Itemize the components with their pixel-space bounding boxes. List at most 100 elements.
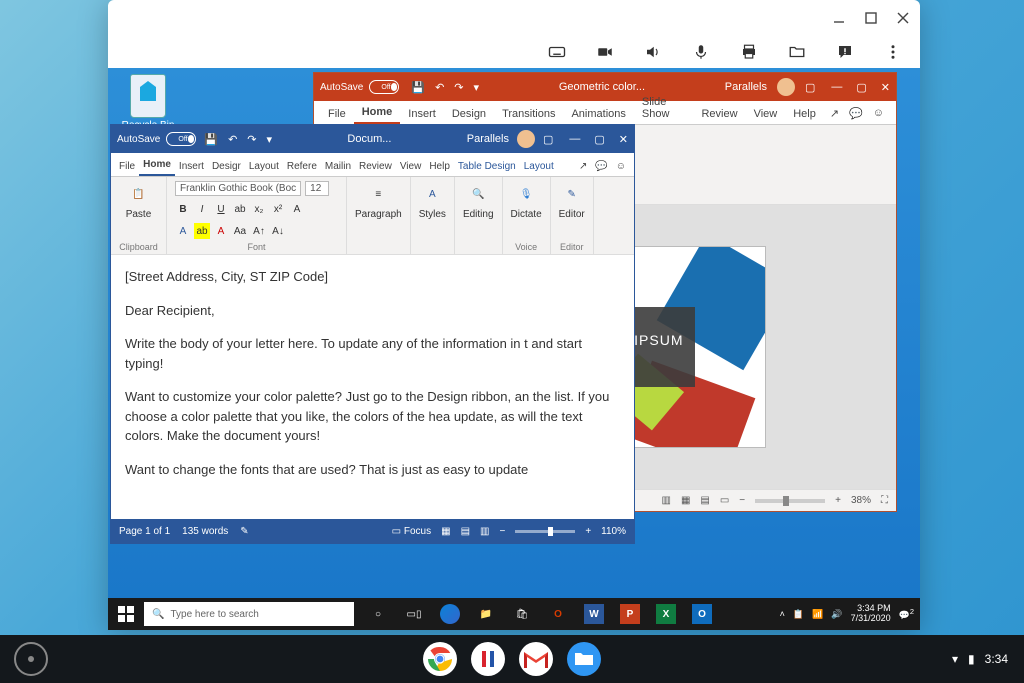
undo-icon[interactable]: ↶ xyxy=(435,81,444,94)
fit-to-window-icon[interactable]: ⛶ xyxy=(881,495,888,506)
tab-layout[interactable]: Layout xyxy=(245,157,283,176)
redo-icon[interactable]: ↷ xyxy=(454,81,463,94)
zoom-out-button[interactable]: − xyxy=(739,495,745,506)
page-indicator[interactable]: Page 1 of 1 xyxy=(119,526,170,537)
tab-design[interactable]: Design xyxy=(444,104,494,124)
folder-icon[interactable] xyxy=(788,43,806,61)
subscript-button[interactable]: x₂ xyxy=(251,202,267,218)
video-icon[interactable] xyxy=(596,43,614,61)
grow-font-button[interactable]: A↑ xyxy=(251,223,267,239)
word-icon[interactable]: W xyxy=(576,598,612,630)
search-box[interactable]: 🔍 Type here to search xyxy=(144,602,354,626)
avatar[interactable] xyxy=(777,78,795,96)
smiley-icon[interactable]: ☺ xyxy=(616,161,626,172)
parallels-icon[interactable] xyxy=(471,642,505,676)
task-view-icon[interactable]: ▭▯ xyxy=(396,598,432,630)
avatar[interactable] xyxy=(517,130,535,148)
edge-icon[interactable] xyxy=(432,598,468,630)
tab-view[interactable]: View xyxy=(746,104,786,124)
zoom-level[interactable]: 110% xyxy=(601,526,626,537)
word-document-body[interactable]: [Street Address, City, ST ZIP Code] Dear… xyxy=(111,255,634,519)
focus-mode-button[interactable]: ▭ Focus xyxy=(392,526,431,537)
start-button[interactable] xyxy=(108,598,144,630)
close-button[interactable] xyxy=(896,11,910,25)
tab-insert[interactable]: Insert xyxy=(400,104,444,124)
tab-home[interactable]: Home xyxy=(139,155,175,176)
tab-insert[interactable]: Insert xyxy=(175,157,208,176)
paragraph-button[interactable]: ≡Paragraph xyxy=(355,181,402,220)
maximize-button[interactable]: ▢ xyxy=(594,133,604,146)
zoom-in-button[interactable]: + xyxy=(835,495,841,506)
word-titlebar[interactable]: AutoSave Off 💾 ↶ ↷ ▾ Docum... Parallels … xyxy=(111,125,634,153)
paste-button[interactable]: 📋Paste xyxy=(126,181,152,220)
tab-design[interactable]: Desigr xyxy=(208,157,245,176)
zoom-slider[interactable] xyxy=(515,530,575,533)
tab-help[interactable]: Help xyxy=(425,157,454,176)
zoom-out-button[interactable]: − xyxy=(499,526,505,537)
close-button[interactable]: ✕ xyxy=(881,81,890,94)
tab-mailings[interactable]: Mailin xyxy=(321,157,355,176)
account-name[interactable]: Parallels xyxy=(725,81,767,93)
sound-icon[interactable]: 🔊 xyxy=(831,609,842,620)
excel-icon[interactable]: X xyxy=(648,598,684,630)
tab-help[interactable]: Help xyxy=(785,104,824,124)
editing-button[interactable]: 🔍Editing xyxy=(463,181,494,220)
more-icon[interactable] xyxy=(884,43,902,61)
autosave-toggle[interactable]: AutoSave Off xyxy=(320,80,399,94)
slide-sorter-icon[interactable]: ▤ xyxy=(700,495,709,506)
autosave-toggle[interactable]: AutoSave Off xyxy=(117,132,196,146)
file-explorer-icon[interactable]: 📁 xyxy=(468,598,504,630)
tab-view[interactable]: View xyxy=(396,157,426,176)
highlight-button[interactable]: ab xyxy=(194,223,210,239)
keyboard-icon[interactable] xyxy=(548,43,566,61)
shrink-font-button[interactable]: A↓ xyxy=(270,223,286,239)
minimize-button[interactable]: — xyxy=(569,133,580,146)
font-name-select[interactable]: Franklin Gothic Book (Boc xyxy=(175,181,301,196)
italic-button[interactable]: I xyxy=(194,202,210,218)
launcher-button[interactable] xyxy=(14,642,48,676)
tab-review[interactable]: Review xyxy=(693,104,745,124)
tab-table-design[interactable]: Table Design xyxy=(454,157,520,176)
qat-dropdown-icon[interactable]: ▾ xyxy=(267,133,273,146)
ribbon-display-icon[interactable]: ▢ xyxy=(805,81,815,94)
maximize-button[interactable] xyxy=(864,11,878,25)
recycle-bin-icon[interactable]: Recycle Bin xyxy=(118,74,178,131)
spell-check-icon[interactable]: ✎ xyxy=(240,526,248,537)
clipboard-icon[interactable]: 📋 xyxy=(793,609,804,620)
comments-icon[interactable]: 💬 xyxy=(595,161,607,172)
undo-icon[interactable]: ↶ xyxy=(228,133,237,146)
mic-icon[interactable] xyxy=(692,43,710,61)
notes-view-icon[interactable]: ▥ xyxy=(661,495,670,506)
tab-references[interactable]: Refere xyxy=(283,157,321,176)
tab-home[interactable]: Home xyxy=(354,102,401,124)
text-effects-button[interactable]: A xyxy=(289,202,305,218)
change-case-button[interactable]: Aa xyxy=(232,223,248,239)
dictate-button[interactable]: 🎙Dictate xyxy=(511,181,542,220)
minimize-button[interactable]: — xyxy=(831,81,842,94)
tab-file[interactable]: File xyxy=(320,104,354,124)
powerpoint-titlebar[interactable]: AutoSave Off 💾 ↶ ↷ ▾ Geometric color... … xyxy=(314,73,896,101)
bold-button[interactable]: B xyxy=(175,202,191,218)
styles-button[interactable]: AStyles xyxy=(419,181,446,220)
redo-icon[interactable]: ↷ xyxy=(247,133,256,146)
ribbon-display-icon[interactable]: ▢ xyxy=(543,133,553,146)
tab-slide-show[interactable]: Slide Show xyxy=(634,92,694,124)
font-size-select[interactable]: 12 xyxy=(305,181,329,196)
tab-animations[interactable]: Animations xyxy=(563,104,633,124)
print-layout-icon[interactable]: ▤ xyxy=(461,526,470,537)
zoom-slider[interactable] xyxy=(755,499,825,503)
comments-icon[interactable]: 💬 xyxy=(849,107,863,120)
font-color-button[interactable]: A xyxy=(175,223,191,239)
tray-up-icon[interactable]: ˄ xyxy=(780,609,785,619)
word-count[interactable]: 135 words xyxy=(182,526,228,537)
maximize-button[interactable]: ▢ xyxy=(856,81,866,94)
tab-transitions[interactable]: Transitions xyxy=(494,104,563,124)
tab-layout-2[interactable]: Layout xyxy=(520,157,558,176)
normal-view-icon[interactable]: ▦ xyxy=(681,495,690,506)
font-color-2-button[interactable]: A xyxy=(213,223,229,239)
share-icon[interactable]: ↗ xyxy=(579,161,587,172)
powerpoint-icon[interactable]: P xyxy=(612,598,648,630)
zoom-in-button[interactable]: + xyxy=(585,526,591,537)
save-icon[interactable]: 💾 xyxy=(411,81,425,94)
gmail-icon[interactable] xyxy=(519,642,553,676)
